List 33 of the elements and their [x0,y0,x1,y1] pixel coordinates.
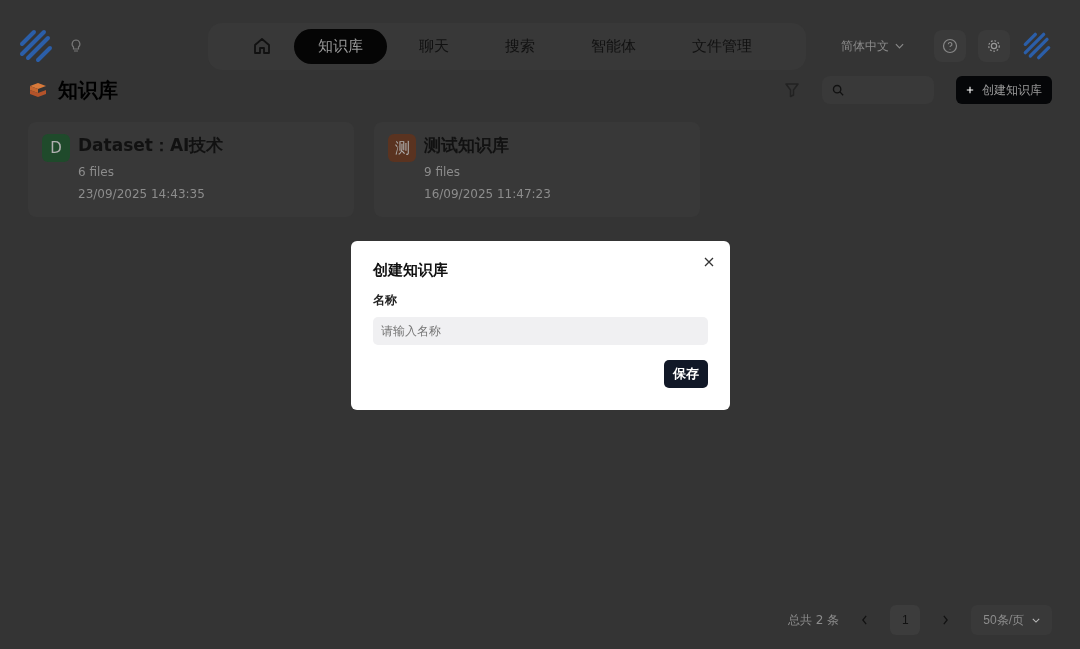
search-icon [832,84,844,96]
card-date: 23/09/2025 14:43:35 [78,186,206,203]
dialog-title: 创建知识库 [373,261,449,280]
avatar-badge: D [42,134,70,162]
nav-tab[interactable]: 知识库 [293,28,387,64]
logo-icon [18,28,54,64]
save-button[interactable]: 保存 [664,360,708,388]
name-input-field[interactable]: 请输入名称 [373,317,708,345]
search-field[interactable] [822,76,934,104]
chevron-down-icon [895,43,904,49]
books-icon [28,81,48,99]
gear-icon [987,39,1001,53]
chevron-left-icon[interactable] [861,615,869,625]
logo-icon[interactable] [1022,31,1052,61]
plus-icon [966,86,974,94]
lightbulb-icon[interactable] [70,39,82,53]
close-icon [704,257,714,267]
file-count: 9 files [424,164,461,181]
close-button[interactable] [704,257,714,267]
card-date: 16/09/2025 11:47:23 [424,186,551,203]
language-select[interactable]: 简体中文 [835,36,910,56]
create-knowledge-base-button[interactable]: 创建知识库 [956,76,1052,104]
file-count: 6 files [78,164,115,181]
total-count: 总共 2 条 [788,611,840,629]
field-label: 名称 [373,292,398,309]
chevron-right-icon[interactable] [942,615,950,625]
help-icon [942,38,958,54]
page-size-select[interactable]: 50条/页 [971,605,1052,635]
avatar-badge: 测 [388,134,416,162]
chevron-down-icon [1032,617,1040,623]
help-button[interactable] [934,30,966,62]
settings-button[interactable] [978,30,1010,62]
home-icon [251,36,272,56]
